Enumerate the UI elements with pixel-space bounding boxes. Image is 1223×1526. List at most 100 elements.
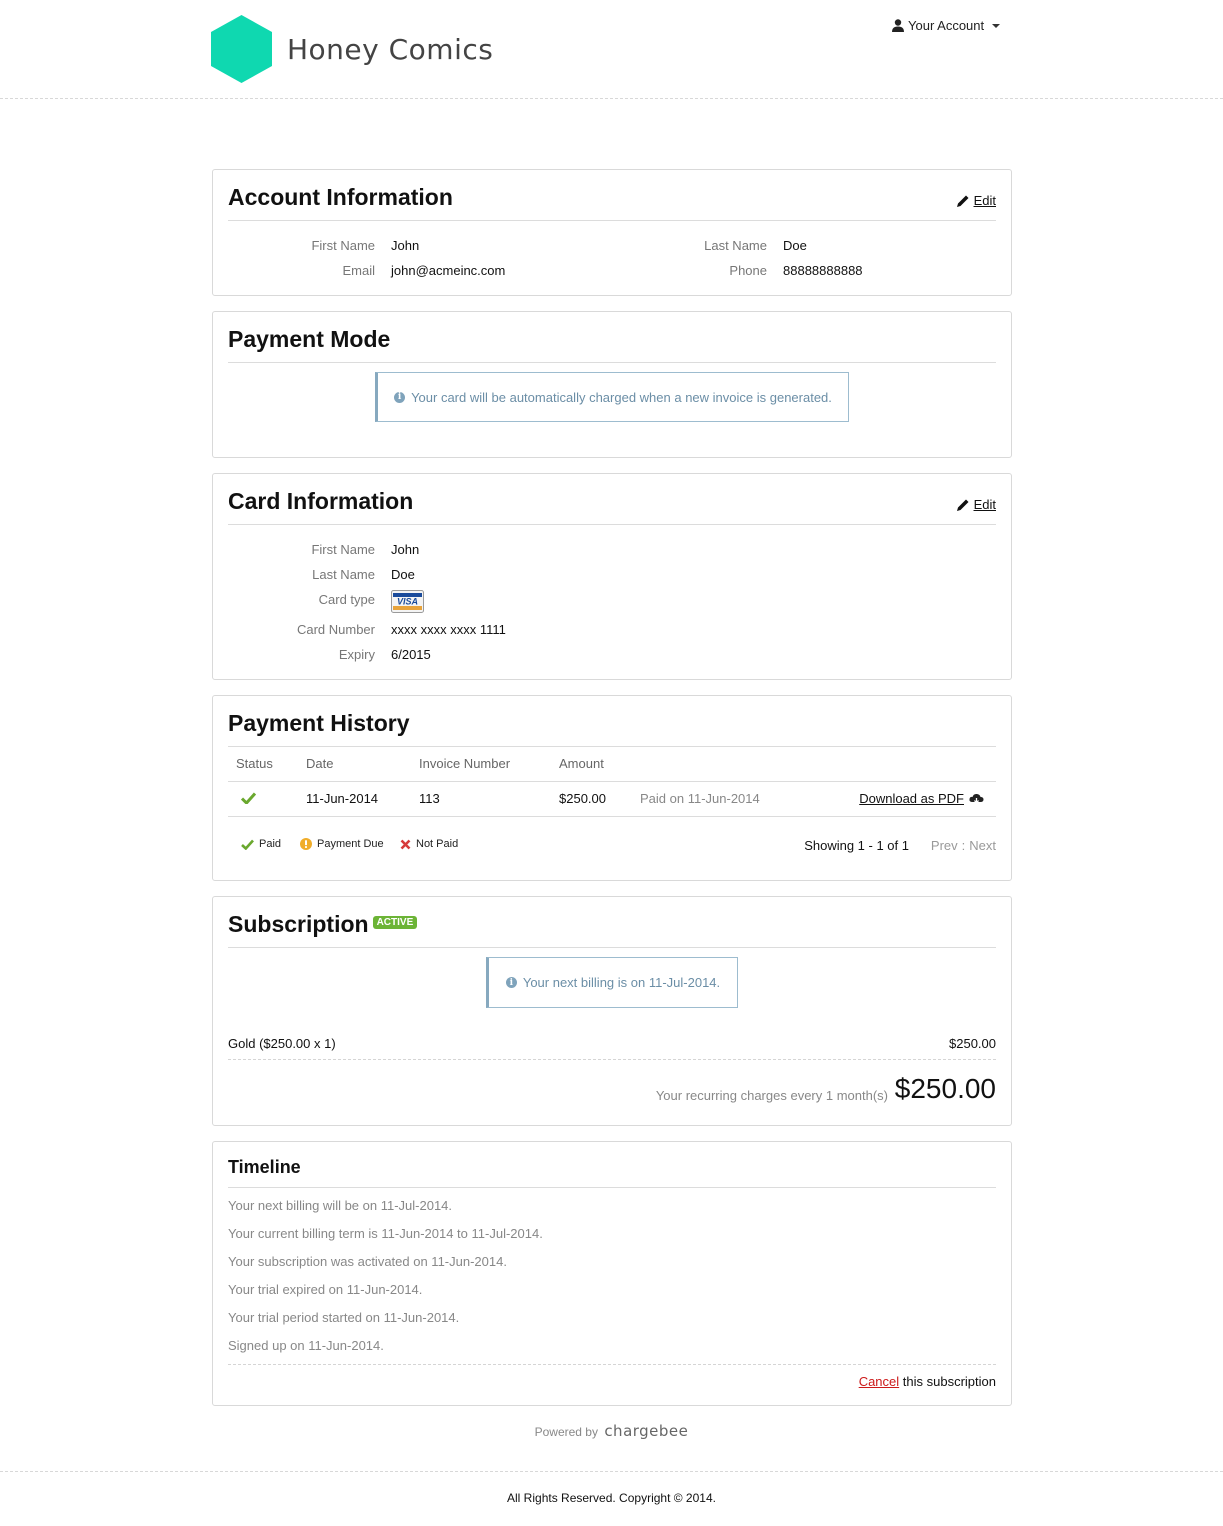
card-last-name-value: Doe xyxy=(391,567,415,582)
powered-by: Powered by chargebee xyxy=(0,1422,1223,1440)
pencil-icon xyxy=(956,499,969,511)
legend-not-paid-label: Not Paid xyxy=(416,838,459,850)
info-icon: i xyxy=(505,977,517,988)
first-name-value: John xyxy=(391,238,420,253)
divider xyxy=(228,947,996,948)
column-header-amount: Amount xyxy=(559,756,604,771)
table-header-divider xyxy=(228,781,996,782)
account-information-title: Account Information xyxy=(228,184,453,210)
plan-label: Gold ($250.00 x 1) xyxy=(228,1036,336,1051)
site-header: Honey Comics Your Account xyxy=(0,0,1223,99)
card-first-name-label: First Name xyxy=(311,542,375,557)
last-name-value: Doe xyxy=(783,238,807,253)
subscription-panel: Subscription ACTIVE i Your next billing i… xyxy=(212,896,1012,1126)
email-value: john@acmeinc.com xyxy=(391,263,506,278)
prev-link[interactable]: Prev xyxy=(931,838,958,853)
timeline-item: Your next billing will be on 11-Jul-2014… xyxy=(228,1198,453,1213)
legend-paid: Paid xyxy=(241,838,281,850)
cross-icon xyxy=(400,839,411,849)
timeline-panel: Timeline Your next billing will be on 11… xyxy=(212,1141,1012,1406)
payment-history-title: Payment History xyxy=(228,710,410,736)
auto-charge-notice-text: Your card will be automatically charged … xyxy=(411,389,832,405)
timeline-item: Your current billing term is 11-Jun-2014… xyxy=(228,1226,543,1241)
timeline-item: Your subscription was activated on 11-Ju… xyxy=(228,1254,507,1269)
recurring-charges-amount: $250.00 xyxy=(894,1073,996,1104)
pagination-separator: : xyxy=(961,838,966,853)
divider xyxy=(228,746,996,747)
account-information-panel: Account Information Edit First Name John… xyxy=(212,169,1012,296)
card-last-name-label: Last Name xyxy=(312,567,375,582)
recurring-charges-label: Your recurring charges every 1 month(s) xyxy=(655,1088,888,1103)
divider xyxy=(228,524,996,525)
card-number-label: Card Number xyxy=(296,622,375,637)
pagination-showing: Showing 1 - 1 of 1 xyxy=(804,838,909,853)
card-first-name-value: John xyxy=(391,542,420,557)
card-edit-link[interactable]: Edit xyxy=(956,497,996,512)
download-pdf-link[interactable]: Download as PDF xyxy=(859,791,984,806)
next-link[interactable]: Next xyxy=(969,838,996,853)
subscription-title: Subscription xyxy=(228,911,369,937)
copyright: All Rights Reserved. Copyright © 2014. xyxy=(507,1491,716,1505)
brand-name[interactable]: Honey Comics xyxy=(287,33,493,66)
caret-down-icon xyxy=(992,23,1001,28)
timeline-item: Your trial period started on 11-Jun-2014… xyxy=(228,1310,460,1325)
chargebee-logo[interactable]: chargebee xyxy=(604,1422,688,1440)
payment-mode-panel: Payment Mode i Your card will be automat… xyxy=(212,311,1012,458)
divider xyxy=(228,1187,996,1188)
cancel-link[interactable]: Cancel xyxy=(859,1374,899,1389)
table-row-divider xyxy=(228,816,996,817)
auto-charge-notice: i Your card will be automatically charge… xyxy=(375,372,849,422)
hexagon-logo-icon[interactable] xyxy=(211,15,272,83)
row-date: 11-Jun-2014 xyxy=(306,791,379,806)
divider xyxy=(228,362,996,363)
payment-mode-title: Payment Mode xyxy=(228,326,391,352)
column-header-status: Status xyxy=(236,756,273,771)
edit-label: Edit xyxy=(973,497,996,512)
divider xyxy=(228,1364,996,1365)
card-information-title: Card Information xyxy=(228,488,414,514)
legend-not-paid: Not Paid xyxy=(400,838,458,850)
next-billing-notice: i Your next billing is on 11-Jul-2014. xyxy=(486,957,738,1008)
row-paid-on: Paid on 11-Jun-2014 xyxy=(640,791,760,806)
account-label: Your Account xyxy=(908,18,985,33)
payment-history-panel: Payment History Status Date Invoice Numb… xyxy=(212,695,1012,881)
legend-paid-label: Paid xyxy=(259,838,282,850)
cancel-subscription-row: Cancel this subscription xyxy=(859,1374,996,1389)
expiry-value: 6/2015 xyxy=(391,647,431,662)
row-invoice-number: 113 xyxy=(419,791,440,806)
edit-label: Edit xyxy=(973,193,996,208)
row-amount: $250.00 xyxy=(559,791,606,806)
pagination: Prev : Next xyxy=(931,838,996,853)
visa-card-icon: VISA xyxy=(391,590,424,613)
footer-divider xyxy=(0,1471,1223,1472)
timeline-item: Your trial expired on 11-Jun-2014. xyxy=(228,1282,423,1297)
powered-by-label: Powered by xyxy=(534,1425,598,1439)
divider xyxy=(228,220,996,221)
first-name-label: First Name xyxy=(311,238,375,253)
column-header-invoice-number: Invoice Number xyxy=(419,756,511,771)
divider xyxy=(228,1059,996,1060)
card-type-label: Card type xyxy=(318,592,375,607)
plan-amount: $250.00 xyxy=(949,1036,996,1051)
pencil-icon xyxy=(956,195,969,207)
cancel-suffix: this subscription xyxy=(902,1374,996,1389)
your-account-menu[interactable]: Your Account xyxy=(892,18,1001,33)
legend-payment-due-label: Payment Due xyxy=(317,838,384,850)
legend-payment-due: Payment Due xyxy=(300,838,384,850)
timeline-item: Signed up on 11-Jun-2014. xyxy=(228,1338,384,1353)
visa-card-text: VISA xyxy=(397,597,418,607)
info-icon: i xyxy=(394,391,406,403)
phone-value: 88888888888 xyxy=(783,263,863,278)
card-number-value: xxxx xxxx xxxx 1111 xyxy=(391,622,506,637)
account-edit-link[interactable]: Edit xyxy=(956,193,996,208)
cloud-download-icon xyxy=(969,793,984,804)
exclamation-icon xyxy=(300,838,312,850)
email-label: Email xyxy=(342,263,375,278)
paid-check-icon xyxy=(241,792,256,804)
status-badge: ACTIVE xyxy=(372,916,418,930)
last-name-label: Last Name xyxy=(704,238,767,253)
check-icon xyxy=(241,839,254,850)
timeline-title: Timeline xyxy=(228,1157,301,1177)
column-header-date: Date xyxy=(306,756,334,771)
download-pdf-label: Download as PDF xyxy=(859,791,964,806)
